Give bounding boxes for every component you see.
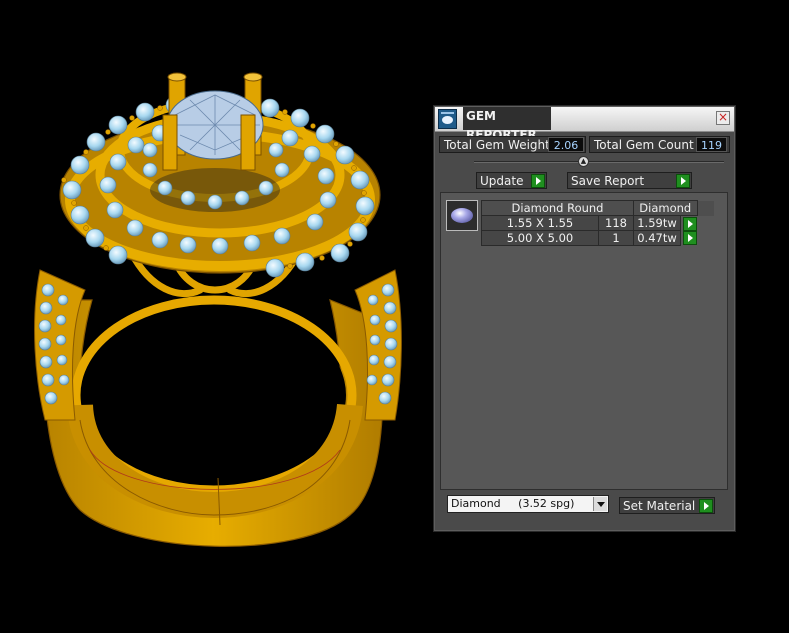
gem-count-cell: 118 [598,215,634,231]
gem-size-cell: 1.55 X 1.55 [481,215,599,231]
ring-model [34,72,402,547]
update-button-label: Update [480,174,524,188]
gem-count-cell: 1 [598,230,634,246]
save-report-button[interactable]: Save Report [567,172,692,189]
column-header-material: Diamond [633,200,698,216]
gem-reporter-panel: GEM REPORTER × Total Gem Weight 2.06 Tot… [433,105,736,532]
collapse-chevron-icon[interactable]: ▲ [578,156,589,167]
round-gem-icon[interactable] [446,200,478,231]
panel-title: GEM REPORTER [463,107,551,142]
gem-reporter-app-icon [438,109,457,129]
total-gem-weight-value: 2.06 [548,137,584,152]
material-select[interactable]: Diamond (3.52 spg) [447,495,609,513]
row-select-arrow-icon[interactable] [682,216,697,231]
section-divider [474,161,724,163]
gem-results-area: Diamond Round Diamond 1.55 X 1.55 118 1.… [440,192,728,490]
material-select-value: Diamond (3.52 spg) [451,497,575,510]
save-report-arrow-icon [676,174,690,188]
table-row[interactable]: 5.00 X 5.00 1 0.47tw [481,230,715,246]
gem-weight-cell: 1.59tw [633,215,681,231]
gem-table: Diamond Round Diamond 1.55 X 1.55 118 1.… [481,200,715,246]
table-row[interactable]: 1.55 X 1.55 118 1.59tw [481,215,715,231]
total-gem-count-value: 119 [696,137,727,152]
update-arrow-icon [531,174,545,188]
set-material-button[interactable]: Set Material [619,497,715,514]
close-button[interactable]: × [716,111,730,125]
3d-viewport[interactable] [0,0,430,630]
set-material-arrow-icon [699,499,713,513]
column-header-cut: Diamond Round [481,200,634,216]
update-button[interactable]: Update [476,172,547,189]
gem-weight-cell: 0.47tw [633,230,681,246]
gem-size-cell: 5.00 X 5.00 [481,230,599,246]
table-header-row: Diamond Round Diamond [481,200,714,216]
panel-titlebar[interactable]: GEM REPORTER × [435,107,734,142]
save-report-button-label: Save Report [571,174,645,188]
chevron-down-icon[interactable] [593,497,607,511]
row-select-arrow-icon[interactable] [682,231,697,246]
set-material-button-label: Set Material [623,499,696,513]
